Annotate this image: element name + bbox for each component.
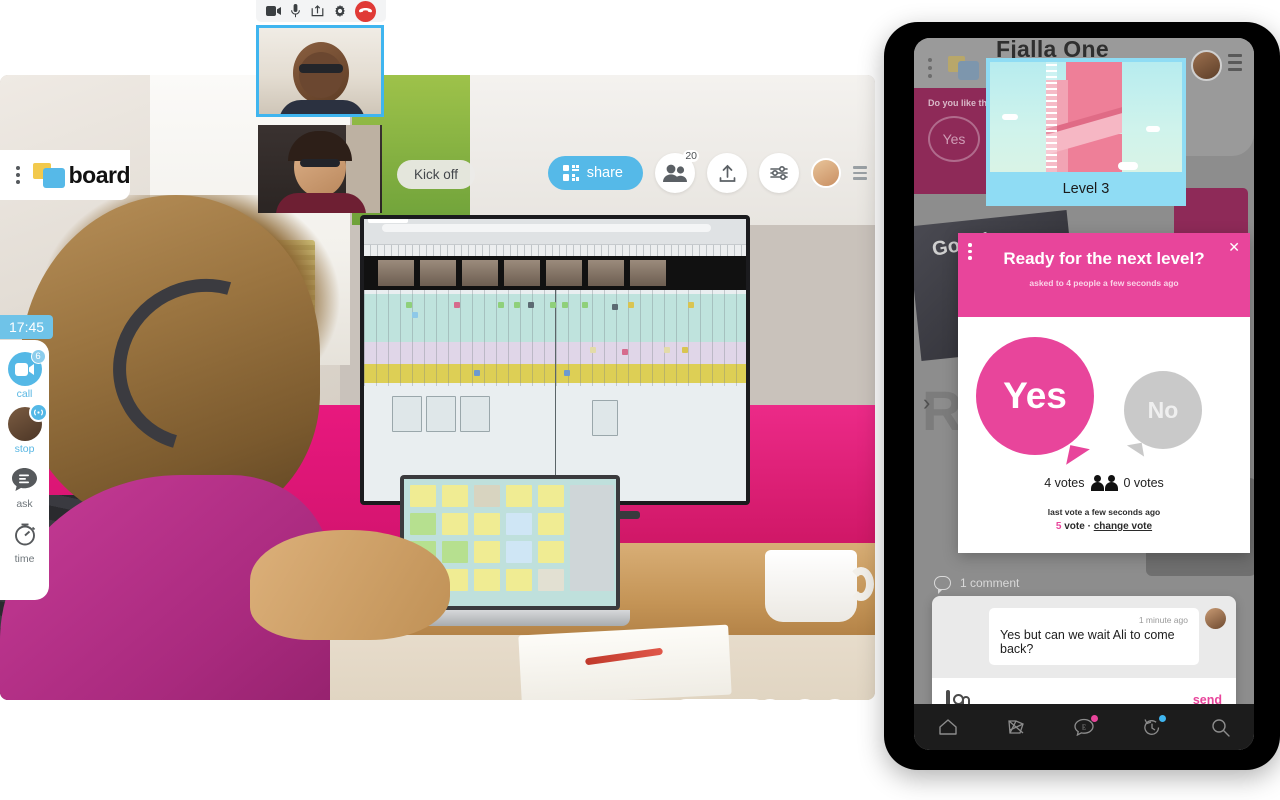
desk-monitor (360, 215, 750, 505)
participants-icon (662, 163, 688, 183)
poll-separator: · (1087, 521, 1091, 532)
comments-header: 1 comment (934, 576, 1020, 594)
messages-badge (1091, 715, 1098, 722)
share-button[interactable]: share (547, 156, 643, 190)
comment-avatar (1205, 608, 1226, 629)
comment-bubble-icon (934, 576, 951, 594)
poll-last-vote: last vote a few seconds ago (1047, 507, 1161, 517)
video-tile-speaker[interactable] (256, 25, 384, 117)
boards-network-icon[interactable] (1003, 714, 1029, 740)
poll-option-no[interactable]: No (1124, 371, 1202, 449)
poll-subtitle: asked to 4 people a few seconds ago (1029, 278, 1179, 288)
mobile-bottom-nav: E (914, 704, 1254, 750)
mobile-device-frame: Fjalla One Do you like this font ? Yes N… (884, 22, 1280, 770)
comment-timestamp: 1 minute ago (1138, 615, 1188, 625)
avatar[interactable] (811, 158, 841, 188)
board-app-window: board Kick off share 20 17:45 6 call sto… (0, 75, 875, 700)
screenshot-root: board Kick off share 20 17:45 6 call sto… (0, 0, 1280, 800)
video-call-icon: 6 (7, 349, 46, 386)
sidebar-label-stop: stop (14, 443, 35, 455)
comment-bubble: 1 minute ago Yes but can we wait Ali to … (989, 608, 1199, 665)
participants-count: 20 (683, 150, 699, 162)
sidebar-label-ask: ask (16, 498, 33, 510)
board-header-right: share 20 (547, 150, 875, 193)
poll-vote-number: 5 (1055, 521, 1062, 532)
yes-vote-count: 4 votes (1044, 476, 1085, 490)
brand-name: board (68, 161, 131, 188)
sidebar-label-call: call (16, 388, 33, 400)
upload-button[interactable] (707, 153, 747, 193)
poll-vote-summary: 5 vote · change vote (958, 521, 1250, 532)
background-poll-yes: Yes (928, 116, 980, 162)
message-e-icon[interactable]: E (1071, 714, 1098, 740)
kebab-menu-icon[interactable] (8, 166, 29, 184)
board-settings-button[interactable] (759, 153, 799, 193)
comment-count: 1 comment (960, 576, 1020, 590)
participants-button[interactable]: 20 (655, 150, 699, 193)
search-icon[interactable] (1207, 714, 1233, 740)
poll-vote-word: vote (1064, 521, 1085, 532)
call-badge: 6 (30, 349, 46, 364)
board-logo-icon (32, 161, 65, 189)
session-time-badge: 17:45 (0, 315, 54, 339)
board-header-left: board (0, 150, 131, 200)
share-label: share (586, 165, 623, 181)
no-vote-count: 0 votes (1123, 476, 1164, 490)
poll-kebab-menu-icon[interactable] (968, 243, 972, 260)
mobile-screen: Fjalla One Do you like this font ? Yes N… (914, 38, 1254, 750)
broadcast-avatar-icon (7, 403, 48, 441)
video-call-controls (256, 0, 386, 22)
kickoff-button[interactable]: Kick off (397, 160, 476, 189)
home-icon[interactable] (935, 714, 961, 740)
share-qr-icon (562, 165, 579, 181)
svg-text:E: E (1082, 724, 1086, 732)
sidebar-label-time: time (14, 553, 35, 565)
menu-icon[interactable] (853, 166, 867, 180)
mobile-board-logo-icon (948, 54, 980, 82)
level-artwork (990, 62, 1182, 172)
ask-bubble-icon (8, 462, 42, 496)
poll-header: ✕ Ready for the next level? asked to 4 p… (958, 233, 1250, 317)
comment-item: 1 minute ago Yes but can we wait Ali to … (932, 596, 1236, 665)
gear-icon[interactable] (333, 4, 348, 19)
microphone-icon[interactable] (288, 4, 303, 19)
broadcast-icon (28, 403, 48, 422)
poll-vote-counts: 4 votes 0 votes (958, 475, 1250, 491)
carousel-next-chevron-icon[interactable]: › (923, 390, 930, 416)
level-preview-card[interactable]: Level 3 (986, 58, 1186, 206)
screen-share-icon[interactable] (310, 4, 325, 19)
change-vote-link[interactable]: change vote (1094, 521, 1152, 532)
sidebar-item-ask[interactable]: ask (8, 462, 42, 510)
people-icon (1090, 475, 1118, 491)
poll-card: ✕ Ready for the next level? asked to 4 p… (958, 233, 1250, 553)
history-badge (1159, 715, 1166, 722)
sidebar-item-stop[interactable]: stop (7, 403, 48, 455)
mobile-kebab-menu-icon[interactable] (928, 58, 932, 78)
comment-text: Yes but can we wait Ali to come back? (1000, 628, 1175, 656)
level-label: Level 3 (1062, 181, 1110, 197)
close-icon[interactable]: ✕ (1228, 239, 1240, 256)
video-camera-icon[interactable] (265, 4, 281, 19)
hangup-icon[interactable] (355, 0, 377, 22)
left-rail: 6 call stop ask time (0, 340, 49, 600)
mobile-menu-icon[interactable] (1228, 54, 1242, 71)
upload-icon (718, 164, 737, 183)
poll-question: Ready for the next level? (1003, 249, 1205, 268)
mobile-avatar[interactable] (1191, 50, 1222, 81)
sidebar-item-time[interactable]: time (8, 517, 42, 565)
zoom-control: 100% (672, 699, 768, 700)
timer-icon (8, 517, 42, 551)
history-clock-icon[interactable] (1139, 714, 1166, 740)
sliders-icon (769, 165, 789, 181)
video-tile-participant[interactable] (258, 125, 382, 213)
sidebar-item-call[interactable]: 6 call (7, 349, 46, 400)
poll-option-yes[interactable]: Yes (976, 337, 1094, 455)
